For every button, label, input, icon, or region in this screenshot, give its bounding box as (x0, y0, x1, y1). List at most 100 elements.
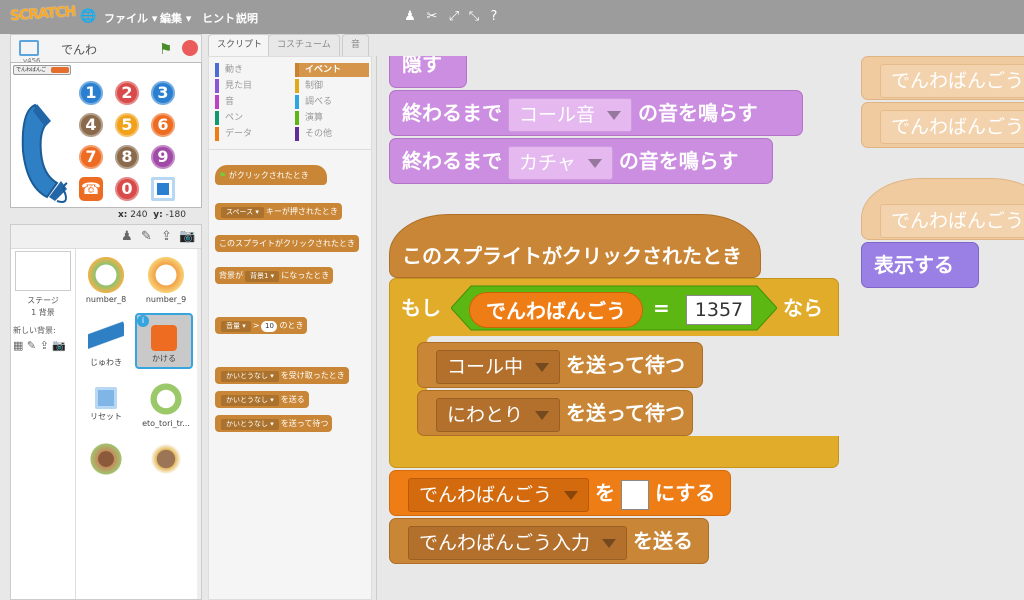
value-input[interactable]: 1357 (685, 294, 753, 325)
partial-dropdown[interactable]: でんわばんごう (880, 63, 1024, 98)
menu-bar: SCRATCH 🌐 ファイル ▾ 編集 ▾ ヒント 説明 ♟ ✂ ⤢ ⤡ ? (0, 0, 1024, 34)
stage-canvas[interactable]: でんわばんご 1 2 3 4 5 6 7 8 9 ☎ 0 (10, 62, 202, 208)
stage-thumbnail[interactable] (15, 251, 71, 291)
variable-dropdown[interactable]: でんわばんごう (408, 477, 590, 512)
sprite-kakeru[interactable]: i かける (135, 313, 193, 369)
block-show[interactable]: 表示する (861, 242, 979, 288)
menu-about[interactable]: 説明 (236, 10, 258, 26)
palette-when-flag-clicked[interactable]: ⚑ がクリックされたとき (215, 165, 327, 185)
sprite-monkey[interactable] (77, 437, 135, 493)
cut-icon[interactable]: ✂ (424, 9, 440, 25)
block-hide-partial[interactable]: 隠す (389, 56, 467, 88)
block-broadcast-and-wait-1[interactable]: コール中 を送って待つ (417, 342, 703, 388)
category-sound[interactable]: 音 (215, 95, 234, 109)
block-partial-right-hat[interactable]: でんわばんごう入 (861, 178, 1024, 240)
block-partial-right-2[interactable]: でんわばんごう入 (861, 102, 1024, 148)
block-when-sprite-clicked[interactable]: このスプライトがクリックされたとき (389, 214, 761, 278)
then-label: なら (783, 296, 823, 320)
palette-when-key-pressed[interactable]: スペース ▾ キーが押されたとき (215, 203, 342, 220)
block-broadcast[interactable]: でんわばんごう入力 を送る (389, 518, 709, 564)
message-dropdown[interactable]: コール中 (436, 349, 561, 384)
palette-broadcast[interactable]: かいとうなし ▾ を送る (215, 391, 309, 408)
palette-when-loudness[interactable]: 音量 ▾ >10 のとき (215, 317, 308, 334)
sprite-eto-tori[interactable]: eto_tori_tr... (137, 377, 195, 433)
globe-icon[interactable]: 🌐 (80, 9, 96, 25)
sound-dropdown[interactable]: コール音 (508, 97, 633, 132)
palette-when-sprite-clicked[interactable]: このスプライトがクリックされたとき (215, 235, 359, 252)
stage-backdrop-count: 1 背景 (31, 308, 55, 317)
key-5[interactable]: 5 (115, 113, 139, 137)
scratch-logo[interactable]: SCRATCH (10, 4, 76, 25)
menu-tips[interactable]: ヒント (202, 10, 235, 26)
block-play-sound-until-done-1[interactable]: 終わるまで コール音 の音を鳴らす (389, 90, 803, 136)
palette-when-i-receive[interactable]: かいとうなし ▾ を受け取ったとき (215, 367, 349, 384)
tab-sounds[interactable]: 音 (342, 34, 370, 56)
variable-monitor-label: でんわばんご (16, 67, 47, 73)
key-6[interactable]: 6 (151, 113, 175, 137)
green-flag-icon[interactable]: ⚑ (159, 40, 172, 58)
variable-reporter[interactable]: でんわばんごう (469, 291, 643, 328)
key-2[interactable]: 2 (115, 81, 139, 105)
set-value-input[interactable] (621, 479, 650, 510)
key-reset-icon[interactable] (151, 177, 175, 201)
key-9[interactable]: 9 (151, 145, 175, 169)
category-motion[interactable]: 動き (215, 63, 243, 77)
sprite-label: eto_tori_tr... (142, 419, 190, 428)
key-call-icon[interactable]: ☎ (79, 177, 103, 201)
palette-broadcast-and-wait[interactable]: かいとうなし ▾ を送って待つ (215, 415, 333, 432)
sprite-reset[interactable]: リセット (77, 377, 135, 433)
category-sensing[interactable]: 調べる (295, 95, 332, 109)
block-play-sound-until-done-2[interactable]: 終わるまで カチャ の音を鳴らす (389, 138, 773, 184)
key-3[interactable]: 3 (151, 81, 175, 105)
duplicate-icon[interactable]: ♟ (402, 9, 418, 25)
category-data[interactable]: データ (215, 127, 252, 141)
key-7[interactable]: 7 (79, 145, 103, 169)
sound-dropdown[interactable]: カチャ (508, 145, 613, 180)
upload-icon[interactable]: ⇪ (161, 229, 172, 244)
category-events[interactable]: イベント (295, 63, 369, 77)
shrink-icon[interactable]: ⤡ (466, 9, 482, 25)
sprite-panel: ♟ ✎ ⇪ 📷 ステージ 1 背景 新しい背景: ▦ ✎ ⇪ 📷 number_… (10, 224, 202, 600)
category-pen[interactable]: ペン (215, 111, 243, 125)
block-partial-right-1[interactable]: でんわばんごう (861, 56, 1024, 100)
camera-icon[interactable]: 📷 (179, 229, 195, 244)
grow-icon[interactable]: ⤢ (446, 9, 462, 25)
partial-dropdown[interactable]: でんわばんごう入 (880, 109, 1024, 144)
fullscreen-icon[interactable] (19, 40, 39, 56)
sprite-juwaki[interactable]: じゅわき (77, 315, 135, 371)
stop-icon[interactable] (182, 40, 198, 56)
sprite-number-9[interactable]: number_9 (137, 253, 195, 309)
key-1[interactable]: 1 (79, 81, 103, 105)
stage-header: でんわ v456 ⚑ (10, 34, 202, 65)
help-icon[interactable]: ? (486, 9, 502, 25)
menu-edit[interactable]: 編集 ▾ (160, 10, 191, 26)
message-dropdown[interactable]: でんわばんごう入力 (408, 525, 628, 560)
sprite-label: かける (152, 354, 176, 363)
category-operators[interactable]: 演算 (295, 111, 323, 125)
paint-brush-icon[interactable]: ✎ (141, 229, 152, 244)
info-icon[interactable]: i (137, 315, 149, 327)
key-0[interactable]: 0 (115, 177, 139, 201)
key-4[interactable]: 4 (79, 113, 103, 137)
category-looks[interactable]: 見た目 (215, 79, 252, 93)
message-dropdown[interactable]: にわとり (436, 397, 561, 432)
tab-costumes[interactable]: コスチューム (268, 34, 340, 56)
category-control[interactable]: 制御 (295, 79, 323, 93)
menu-file[interactable]: ファイル ▾ (104, 10, 157, 26)
mouse-coordinates: x: 240 y: -180 (118, 210, 186, 220)
palette-when-backdrop-switches[interactable]: 背景が 背景1 ▾ になったとき (215, 267, 334, 284)
key-8[interactable]: 8 (115, 145, 139, 169)
sprite-label: number_8 (85, 295, 127, 304)
tab-scripts[interactable]: スクリプト (208, 34, 272, 56)
backdrop-tools-icon[interactable]: ▦ ✎ ⇪ 📷 (13, 339, 66, 352)
block-set-variable[interactable]: でんわばんごうをにする (389, 470, 731, 516)
script-area[interactable]: 隠す 終わるまで コール音 の音を鳴らす 終わるまで カチャ の音を鳴らす このスプライ… (376, 56, 1024, 600)
category-more[interactable]: その他 (295, 127, 332, 141)
phone-receiver-icon[interactable] (17, 101, 73, 209)
partial-dropdown[interactable]: でんわばんごう入 (880, 203, 1024, 238)
sprite-number-8[interactable]: number_8 (77, 253, 135, 309)
block-palette: 動き 見た目 音 ペン データ イベント 制御 調べる 演算 その他 ⚑ がクリ… (208, 56, 372, 600)
sprite-bear[interactable] (137, 437, 195, 493)
sprite-library-icon[interactable]: ♟ (121, 229, 133, 244)
block-broadcast-and-wait-2[interactable]: にわとり を送って待つ (417, 390, 693, 436)
